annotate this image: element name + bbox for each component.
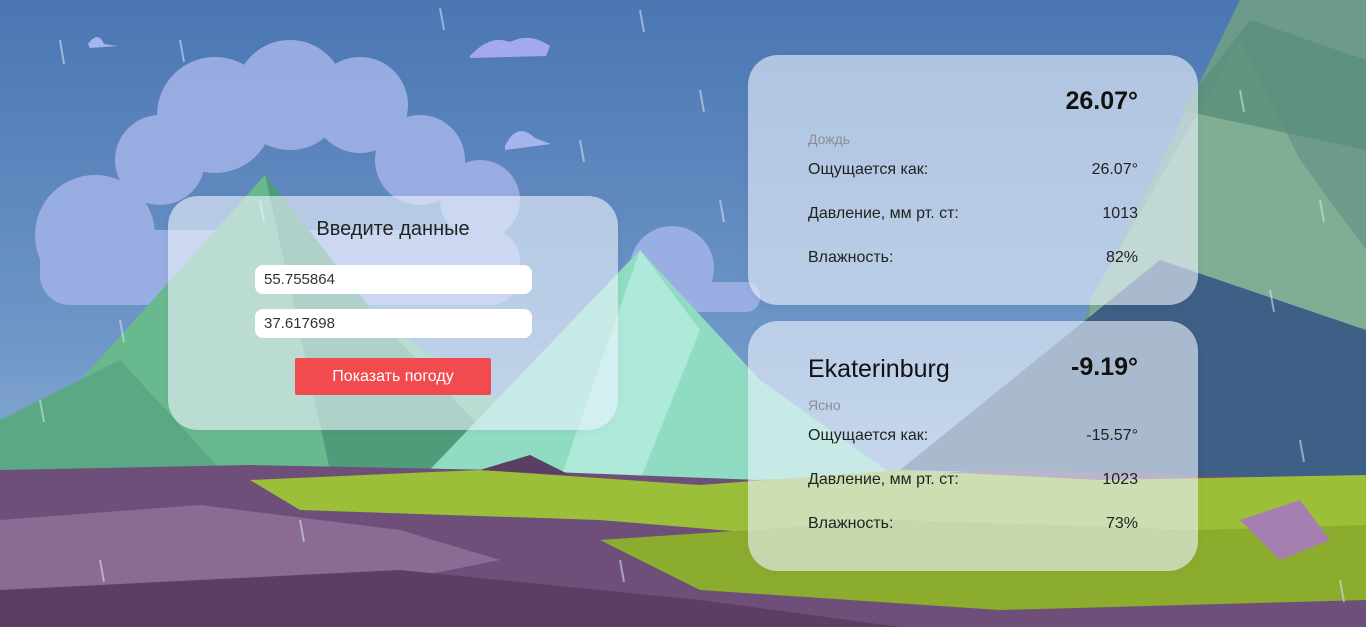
temperature: 26.07° [1065, 87, 1138, 115]
feels-like-label: Ощущается как: [808, 427, 929, 444]
weather-condition: Дождь [808, 131, 851, 147]
pressure-row: Давление, мм рт. ст: 1023 [808, 470, 1138, 490]
show-weather-button[interactable]: Показать погоду [295, 358, 491, 395]
form-title: Введите данные [316, 218, 470, 240]
humidity-label: Влажность: [808, 515, 894, 532]
feels-like-label: Ощущается как: [808, 161, 929, 178]
city-name: Ekaterinburg [808, 355, 950, 383]
coordinates-form-card: Введите данные Показать погоду [168, 196, 618, 430]
pressure-label: Давление, мм рт. ст: [808, 471, 959, 488]
feels-like-value: 26.07° [1091, 161, 1138, 178]
feels-like-value: -15.57° [1086, 427, 1138, 444]
pressure-label: Давление, мм рт. ст: [808, 205, 959, 222]
weather-condition: Ясно [808, 397, 841, 413]
pressure-value: 1023 [1102, 471, 1138, 488]
pressure-value: 1013 [1102, 205, 1138, 222]
humidity-row: Влажность: 82% [808, 248, 1138, 268]
weather-card-current: 26.07° Дождь Ощущается как: 26.07° Давле… [748, 55, 1198, 305]
humidity-value: 73% [1105, 515, 1138, 532]
longitude-input[interactable] [255, 309, 532, 338]
pressure-row: Давление, мм рт. ст: 1013 [808, 204, 1138, 224]
humidity-row: Влажность: 73% [808, 514, 1138, 534]
temperature: -9.19° [1071, 353, 1138, 381]
latitude-input[interactable] [255, 265, 532, 294]
humidity-value: 82% [1105, 249, 1138, 266]
humidity-label: Влажность: [808, 249, 894, 266]
feels-like-row: Ощущается как: 26.07° [808, 160, 1138, 180]
feels-like-row: Ощущается как: -15.57° [808, 426, 1138, 446]
weather-card-ekaterinburg: Ekaterinburg -9.19° Ясно Ощущается как: … [748, 321, 1198, 571]
